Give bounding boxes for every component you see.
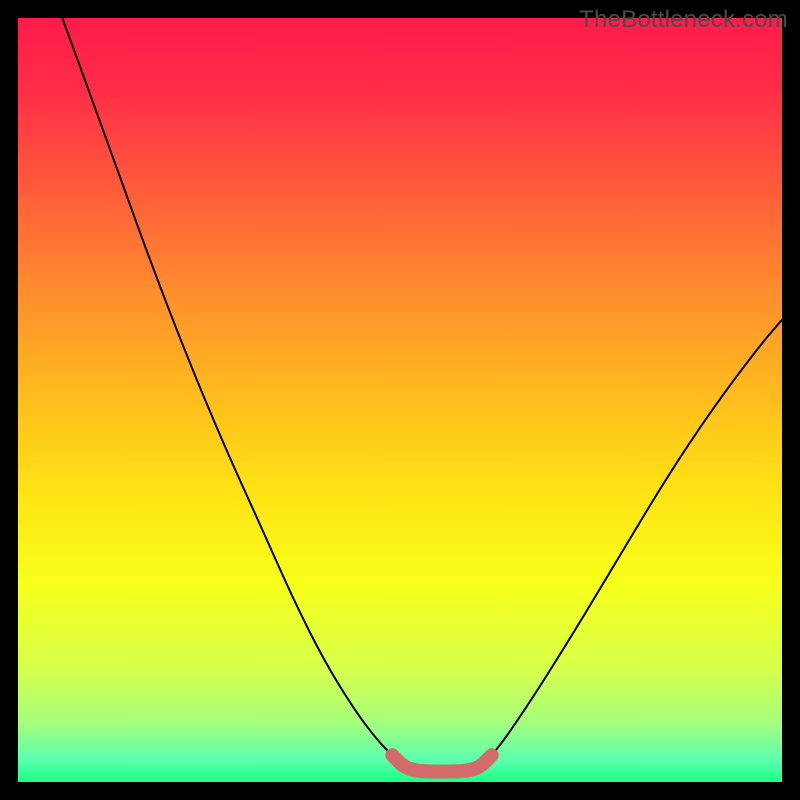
chart-svg: [18, 18, 782, 782]
watermark-label: TheBottleneck.com: [579, 6, 788, 34]
gradient-background: [18, 18, 782, 782]
chart-frame: TheBottleneck.com: [0, 0, 800, 800]
plot-area: [18, 18, 782, 782]
